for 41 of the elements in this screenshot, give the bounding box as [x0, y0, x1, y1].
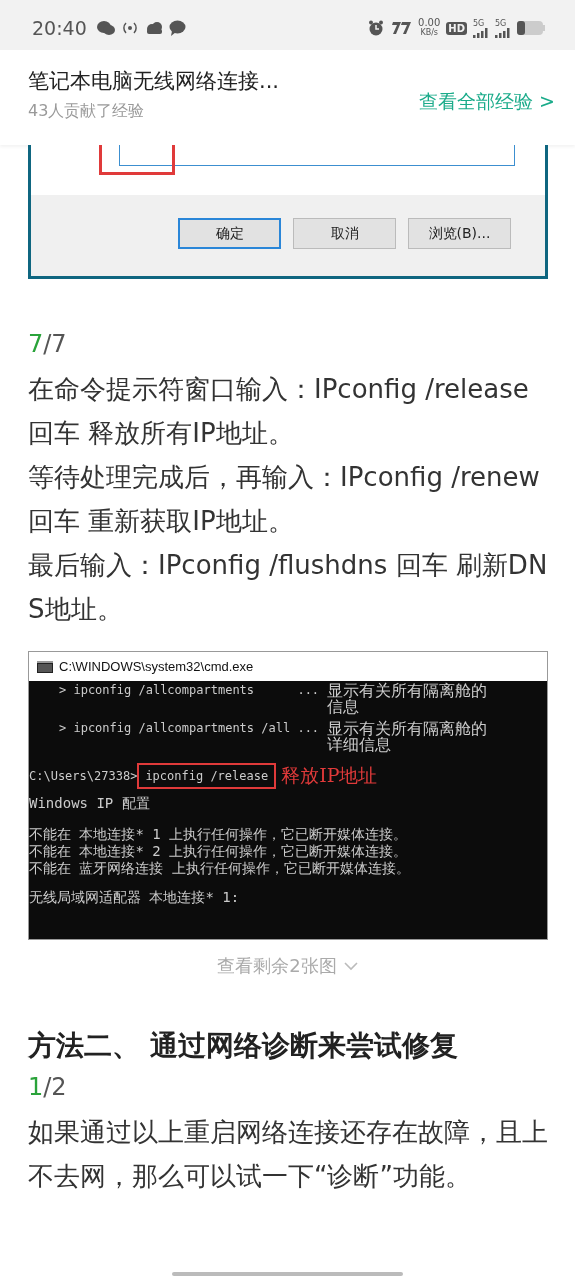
network-type: 5G — [473, 18, 485, 28]
network-type: 5G — [495, 18, 507, 28]
alarm-icon — [368, 20, 385, 36]
console-line: 无线局域网适配器 本地连接* 1: — [29, 889, 241, 906]
dialog-button[interactable]: 浏览(B)... — [408, 218, 511, 249]
console-line: 不能在 本地连接* 1 上执行任何操作，它已断开媒体连接。 — [29, 826, 409, 843]
step-text: 最后输入：IPconfig /flushdns 回车 刷新DNS地址。 — [28, 549, 548, 626]
contributor-count: 43人贡献了经验 — [28, 101, 146, 122]
hotspot-icon — [120, 20, 139, 36]
cloud-icon — [144, 21, 163, 35]
dialog-button[interactable]: 确定 — [178, 218, 281, 249]
speed-unit: KB/s — [420, 28, 438, 38]
console-line: Windows IP 配置 — [29, 795, 151, 812]
annotation-label: 释放IP地址 — [281, 763, 378, 788]
step-counter: 7/7 — [28, 329, 68, 359]
console-line: 显示有关所有隔离舱的详细信息 — [327, 721, 489, 753]
console-icon — [37, 660, 53, 673]
section-heading: 方法二、 通过网络诊断来尝试修复 — [28, 1028, 459, 1064]
console-line: > ipconfig /allcompartments /all ... — [59, 721, 320, 737]
window-title: C:\WINDOWS\system32\cmd.exe — [59, 659, 254, 674]
article-title: 笔记本电脑无线网络连接... — [28, 68, 280, 95]
chat-icon — [96, 20, 115, 36]
signal-icon — [495, 27, 511, 38]
network-speed: 0.00 — [418, 18, 441, 28]
console-line: 不能在 蓝牙网络连接 上执行任何操作，它已断开媒体连接。 — [29, 860, 411, 877]
highlighted-command: ipconfig /release — [137, 763, 277, 789]
step-text: 在命令提示符窗口输入：IPconfig /release 回车 释放所有IP地址。 — [28, 373, 530, 450]
console-line: 显示有关所有隔离舱的信息 — [327, 683, 489, 715]
console-line: C:\Users\27338> — [29, 769, 138, 783]
step-counter: 1/2 — [28, 1072, 68, 1102]
console-line: 不能在 本地连接* 2 上执行任何操作，它已断开媒体连接。 — [29, 843, 409, 860]
step-text: 等待处理完成后，再输入：IPconfig /renew 回车 重新获取IP地址。 — [28, 461, 541, 538]
message-icon — [168, 20, 186, 36]
clock-time: 20:40 — [32, 17, 87, 39]
battery-icon — [517, 21, 545, 35]
signal-icon — [473, 27, 489, 38]
hd-badge: HD — [446, 21, 467, 35]
chevron-down-icon — [342, 961, 359, 971]
step-text: 如果通过以上重启网络连接还存在故障，且上不去网，那么可以试一下“诊断”功能。 — [28, 1116, 548, 1193]
console-line: > ipconfig /allcompartments ... — [59, 683, 320, 699]
dialog-button[interactable]: 取消 — [293, 218, 396, 249]
